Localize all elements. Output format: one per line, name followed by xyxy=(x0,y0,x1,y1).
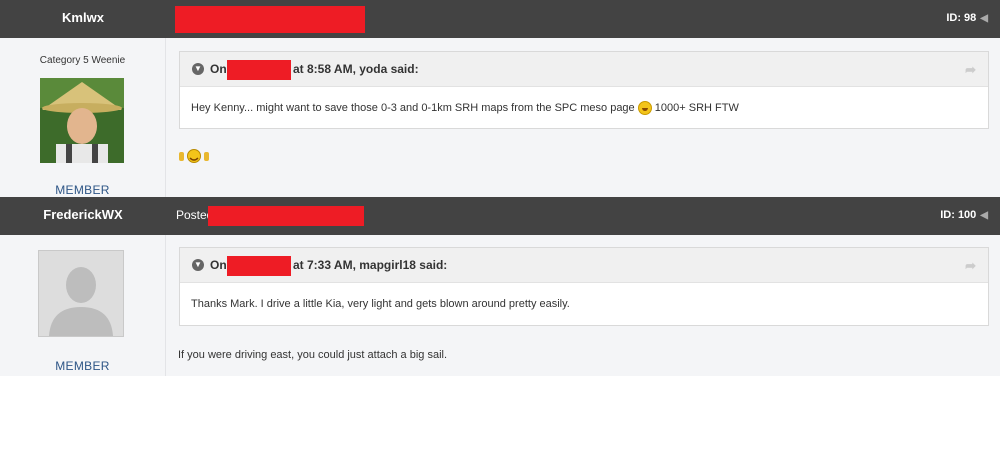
default-avatar-icon[interactable] xyxy=(38,250,124,337)
author-sidebar: Category 5 Weenie MEMBER xyxy=(0,38,166,197)
redacted-timestamp xyxy=(175,6,365,33)
quote-text: Thanks Mark. I drive a little Kia, very … xyxy=(180,283,988,323)
post-98: Kmlwx ID: 98◀ Category 5 Weenie MEMBER xyxy=(0,0,1000,197)
weenie-emoji-icon xyxy=(178,149,210,168)
post-body: MEMBER ▼ On at 7:33 AM, mapgirl18 said: … xyxy=(0,235,1000,376)
post-header: FrederickWX Posted ID: 100 ◀ xyxy=(0,197,1000,235)
post-id[interactable]: ID: 100 ◀ xyxy=(940,197,988,234)
redacted-date xyxy=(227,256,291,276)
redacted-date xyxy=(227,60,291,80)
share-icon[interactable]: ◀ xyxy=(980,198,988,234)
post-header: Kmlwx ID: 98 ◀ xyxy=(0,0,1000,38)
share-icon[interactable]: ◀ xyxy=(980,1,988,37)
quote-text-main: Hey Kenny... might want to save those 0-… xyxy=(191,102,635,114)
quote-text-main: Thanks Mark. I drive a little Kia, very … xyxy=(191,298,570,310)
jump-to-quote-icon[interactable]: ➦ xyxy=(965,62,976,78)
redacted-timestamp xyxy=(208,206,364,226)
quote-text-after: 1000+ SRH FTW xyxy=(654,102,739,114)
post-body: Category 5 Weenie MEMBER ▼ On at 8:58 AM… xyxy=(0,38,1000,197)
quote-block: ▼ On at 7:33 AM, mapgirl18 said: ➦ Thank… xyxy=(179,247,989,326)
quote-header: ▼ On at 7:33 AM, mapgirl18 said: ➦ xyxy=(180,248,988,283)
chevron-down-icon[interactable]: ▼ xyxy=(192,259,204,271)
avatar[interactable] xyxy=(40,78,124,163)
quote-text: Hey Kenny... might want to save those 0-… xyxy=(180,87,988,127)
post-id[interactable]: ID: 98 ◀ xyxy=(946,0,988,37)
quote-header: ▼ On at 8:58 AM, yoda said: ➦ xyxy=(180,52,988,87)
chevron-down-icon[interactable]: ▼ xyxy=(192,63,204,75)
quote-block: ▼ On at 8:58 AM, yoda said: ➦ Hey Kenny.… xyxy=(179,51,989,129)
post-id-label: ID: 98 xyxy=(946,12,977,24)
author-name[interactable]: Kmlwx xyxy=(0,0,166,38)
quote-on-label: On xyxy=(210,62,227,76)
user-title: Category 5 Weenie xyxy=(39,55,126,66)
author-name[interactable]: FrederickWX xyxy=(0,197,166,235)
user-role: MEMBER xyxy=(55,183,110,197)
quote-attribution: at 7:33 AM, mapgirl18 said: xyxy=(293,258,448,272)
quote-attribution: at 8:58 AM, yoda said: xyxy=(293,62,419,76)
post-id-label: ID: 100 xyxy=(940,209,977,221)
quote-on-label: On xyxy=(210,258,227,272)
post-content: If you were driving east, you could just… xyxy=(178,349,448,361)
user-role: MEMBER xyxy=(55,359,110,373)
laughing-emoji-icon xyxy=(637,101,652,116)
post-100: FrederickWX Posted ID: 100 ◀ MEMBER ▼ On … xyxy=(0,197,1000,376)
jump-to-quote-icon[interactable]: ➦ xyxy=(965,258,976,274)
author-sidebar: MEMBER xyxy=(0,235,166,376)
